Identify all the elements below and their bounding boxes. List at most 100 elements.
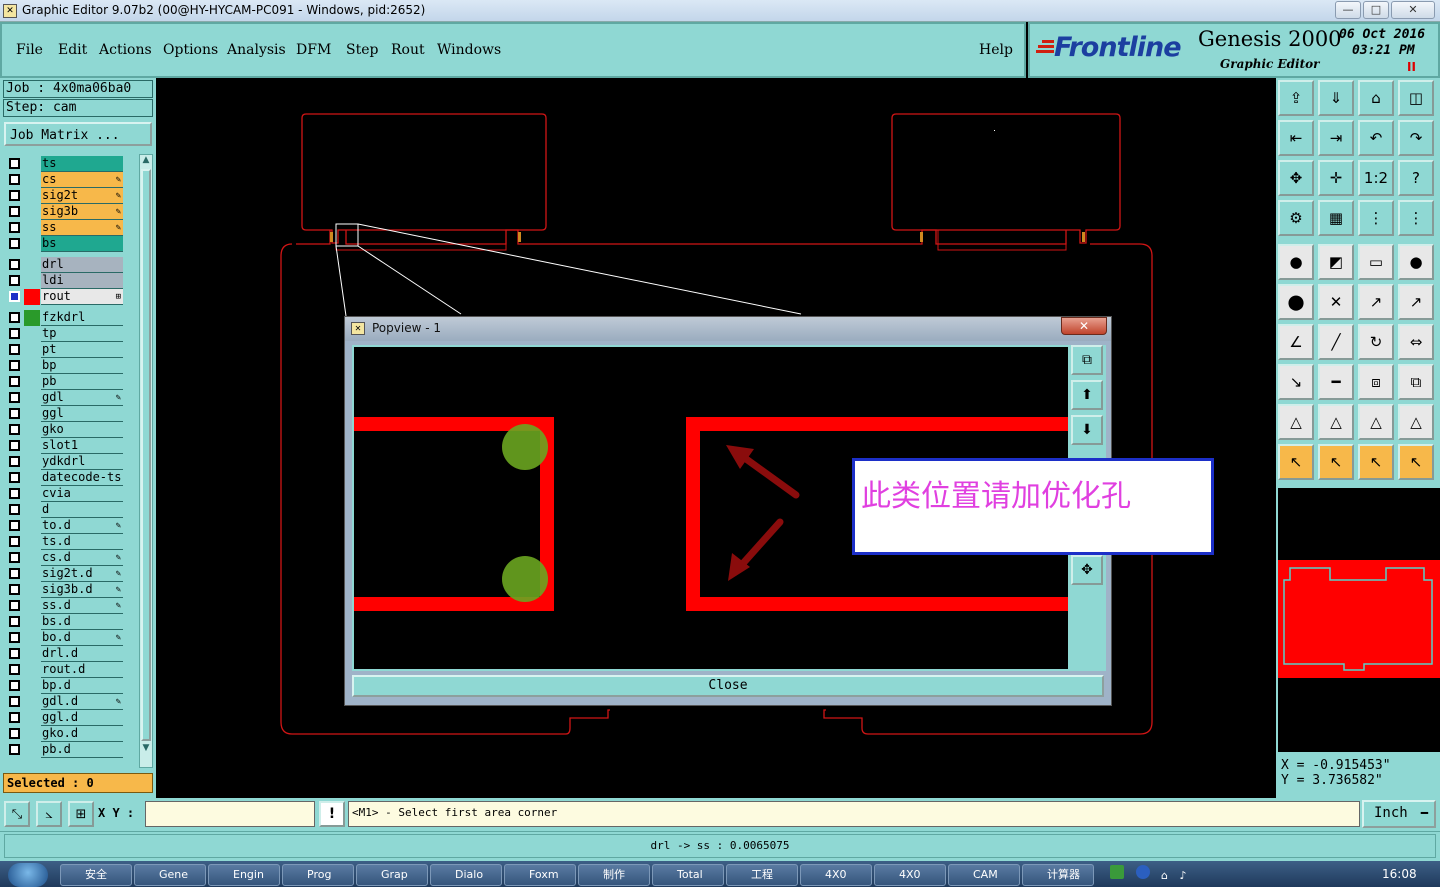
layer-checkbox[interactable] bbox=[9, 600, 20, 611]
triangle-c-icon[interactable]: △ bbox=[1358, 404, 1394, 440]
layer-row-slot1[interactable]: slot1 bbox=[6, 438, 124, 454]
select-red-icon[interactable]: ↘ bbox=[1278, 364, 1314, 400]
layer-checkbox[interactable] bbox=[9, 648, 20, 659]
taskbar-item[interactable]: Dialo bbox=[430, 864, 502, 886]
scroll-up-icon[interactable]: ▲ bbox=[140, 155, 152, 167]
layer-row-cvia[interactable]: cvia bbox=[6, 486, 124, 502]
pointer-circle-icon[interactable]: ↖ bbox=[1358, 444, 1394, 480]
taskbar-item[interactable]: 计算器 bbox=[1022, 864, 1094, 886]
layer-checkbox[interactable] bbox=[9, 158, 20, 169]
layer-row-bo-d[interactable]: bo.d ✎ bbox=[6, 630, 124, 646]
popview-pan-icon[interactable]: ⧉ bbox=[1071, 345, 1103, 375]
circle-fill-icon[interactable]: ● bbox=[1398, 244, 1434, 280]
layer-row-bs[interactable]: bs bbox=[6, 236, 124, 252]
layer-color-swatch[interactable] bbox=[24, 550, 40, 566]
layer-row-pb[interactable]: pb bbox=[6, 374, 124, 390]
layer-checkbox[interactable] bbox=[9, 456, 20, 467]
scroll-down-icon[interactable]: ▼ bbox=[140, 743, 152, 755]
layer-color-swatch[interactable] bbox=[24, 406, 40, 422]
layer-checkbox[interactable] bbox=[9, 440, 20, 451]
prev-step-icon[interactable]: ⇤ bbox=[1278, 120, 1314, 156]
layer-checkbox[interactable] bbox=[9, 520, 20, 531]
layer-checkbox[interactable] bbox=[9, 328, 20, 339]
layer-color-swatch[interactable] bbox=[24, 358, 40, 374]
layer-color-swatch[interactable] bbox=[24, 454, 40, 470]
layer-color-swatch[interactable] bbox=[24, 204, 40, 220]
layer-color-swatch[interactable] bbox=[24, 172, 40, 188]
layer-checkbox[interactable] bbox=[9, 712, 20, 723]
triangle-b-icon[interactable]: △ bbox=[1318, 404, 1354, 440]
layer-row-drl-d[interactable]: drl.d bbox=[6, 646, 124, 662]
layer-row-datecode-ts[interactable]: datecode-ts bbox=[6, 470, 124, 486]
step-field[interactable]: Step: cam bbox=[3, 99, 153, 117]
rotate-icon[interactable]: ↻ bbox=[1358, 324, 1394, 360]
layer-checkbox[interactable] bbox=[9, 504, 20, 515]
layer-color-swatch[interactable] bbox=[24, 486, 40, 502]
taskbar-item[interactable]: 制作 bbox=[578, 864, 650, 886]
copy-shape-icon[interactable]: ⧉ bbox=[1398, 364, 1434, 400]
layer-row-cs[interactable]: cs ✎ bbox=[6, 172, 124, 188]
diagonal-icon[interactable]: ╱ bbox=[1318, 324, 1354, 360]
layer-color-swatch[interactable] bbox=[24, 710, 40, 726]
layer-row-bp-d[interactable]: bp.d bbox=[6, 678, 124, 694]
home-icon[interactable]: ⌂ bbox=[1358, 80, 1394, 116]
layer-color-swatch[interactable] bbox=[24, 518, 40, 534]
menu-options[interactable]: Options bbox=[163, 42, 218, 58]
layer-row-ss-d[interactable]: ss.d ✎ bbox=[6, 598, 124, 614]
layer-row-bs-d[interactable]: bs.d bbox=[6, 614, 124, 630]
layer-row-ggl-d[interactable]: ggl.d bbox=[6, 710, 124, 726]
triangle-d-icon[interactable]: △ bbox=[1398, 404, 1434, 440]
layer-row-ts[interactable]: ts bbox=[6, 156, 124, 172]
line-icon[interactable]: ◩ bbox=[1318, 244, 1354, 280]
taskbar-item[interactable]: 4X0 bbox=[874, 864, 946, 886]
redo-icon[interactable]: ↷ bbox=[1398, 120, 1434, 156]
zoom-center-icon[interactable]: ✛ bbox=[1318, 160, 1354, 196]
layer-row-tp[interactable]: tp bbox=[6, 326, 124, 342]
layer-row-gko[interactable]: gko bbox=[6, 422, 124, 438]
layer-color-swatch[interactable] bbox=[24, 502, 40, 518]
triangle-a-icon[interactable]: △ bbox=[1278, 404, 1314, 440]
help-icon[interactable]: ? bbox=[1398, 160, 1434, 196]
layer-color-swatch[interactable] bbox=[24, 678, 40, 694]
menu-file[interactable]: File bbox=[16, 42, 43, 58]
maximize-button[interactable]: □ bbox=[1363, 1, 1389, 19]
layer-checkbox[interactable] bbox=[9, 568, 20, 579]
scroll-thumb[interactable] bbox=[141, 169, 151, 741]
taskbar-item[interactable]: Prog bbox=[282, 864, 354, 886]
measure-ruler-icon[interactable]: ▭ bbox=[1358, 244, 1394, 280]
layer-color-swatch[interactable] bbox=[24, 390, 40, 406]
layer-color-swatch[interactable] bbox=[24, 257, 40, 273]
layer-checkbox[interactable] bbox=[9, 360, 20, 371]
layer-color-swatch[interactable] bbox=[24, 742, 40, 758]
angle-icon[interactable]: ∠ bbox=[1278, 324, 1314, 360]
layer-checkbox[interactable] bbox=[9, 472, 20, 483]
layer-color-swatch[interactable] bbox=[24, 630, 40, 646]
point-line2-icon[interactable]: ↗ bbox=[1398, 284, 1434, 320]
popview-zoom-out-icon[interactable]: ⬇ bbox=[1071, 415, 1103, 445]
layer-checkbox[interactable] bbox=[9, 392, 20, 403]
layer-color-swatch[interactable] bbox=[24, 220, 40, 236]
layer-row-gdl-d[interactable]: gdl.d ✎ bbox=[6, 694, 124, 710]
layer-checkbox[interactable] bbox=[9, 344, 20, 355]
layer-checkbox[interactable] bbox=[9, 552, 20, 563]
cross-icon[interactable]: ✕ bbox=[1318, 284, 1354, 320]
layer-color-swatch[interactable] bbox=[24, 156, 40, 172]
layer-checkbox[interactable] bbox=[9, 664, 20, 675]
layer-row-sig3b[interactable]: sig3b ✎ bbox=[6, 204, 124, 220]
layer-color-swatch[interactable] bbox=[24, 566, 40, 582]
tray-s-icon[interactable] bbox=[1110, 865, 1124, 879]
menu-edit[interactable]: Edit bbox=[58, 42, 87, 58]
snap-grid-icon[interactable]: ⊞ bbox=[68, 801, 94, 827]
zoom-fit-icon[interactable]: ✥ bbox=[1278, 160, 1314, 196]
layer-checkbox[interactable] bbox=[9, 291, 20, 302]
clock[interactable]: 16:08 bbox=[1382, 867, 1417, 881]
popview-close-icon[interactable]: ✕ bbox=[1061, 317, 1107, 335]
menu-rout[interactable]: Rout bbox=[391, 42, 425, 58]
layer-checkbox[interactable] bbox=[9, 222, 20, 233]
layer-checkbox[interactable] bbox=[9, 680, 20, 691]
pad-icon[interactable]: ● bbox=[1278, 244, 1314, 280]
layer-row-sig3b-d[interactable]: sig3b.d ✎ bbox=[6, 582, 124, 598]
layer-color-swatch[interactable] bbox=[24, 326, 40, 342]
layer-checkbox[interactable] bbox=[9, 744, 20, 755]
popview-fit-icon[interactable]: ✥ bbox=[1071, 555, 1103, 585]
